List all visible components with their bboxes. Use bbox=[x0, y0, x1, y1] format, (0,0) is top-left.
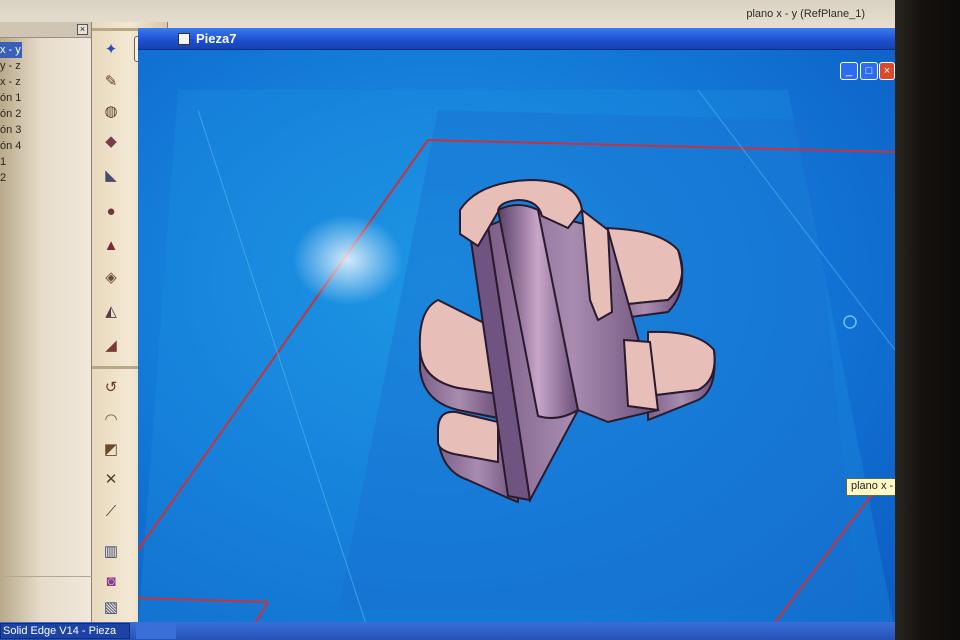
tree-item[interactable]: 1 bbox=[0, 154, 91, 170]
tree-item[interactable]: 2 bbox=[0, 170, 91, 186]
center-marker bbox=[843, 315, 857, 329]
3d-viewport[interactable]: plano x - bbox=[138, 50, 895, 632]
tree-header: × bbox=[0, 22, 91, 38]
tree-item[interactable]: x - z bbox=[0, 74, 91, 90]
tree-item[interactable]: x - y bbox=[0, 42, 22, 58]
tree-item[interactable]: ón 2 bbox=[0, 106, 91, 122]
plane-readout: plano x - y (RefPlane_1) bbox=[746, 8, 865, 20]
sketch-icon[interactable]: ✎ bbox=[98, 68, 124, 94]
tree-item[interactable]: ón 4 bbox=[0, 138, 91, 154]
tree-close-button[interactable]: × bbox=[77, 24, 88, 35]
tree-item[interactable]: y - z bbox=[0, 58, 91, 74]
taskbar: Solid Edge V14 - Pieza bbox=[0, 622, 895, 640]
plane-tooltip: plano x - bbox=[846, 478, 895, 496]
line-icon[interactable]: ⟋ bbox=[98, 498, 124, 524]
taskbar-second-button[interactable] bbox=[136, 623, 176, 639]
cut-icon[interactable]: ◆ bbox=[98, 128, 124, 154]
screen-glare bbox=[293, 215, 403, 305]
minimize-button[interactable]: _ bbox=[840, 62, 858, 80]
draft-icon[interactable]: ● bbox=[98, 198, 124, 224]
window-title: Pieza7 bbox=[196, 31, 237, 46]
feature-tree: x - y y - z x - z ón 1 ón 2 ón 3 ón 4 1 … bbox=[0, 38, 91, 186]
taskbar-app-button[interactable]: Solid Edge V14 - Pieza bbox=[0, 623, 130, 639]
close-button[interactable]: × bbox=[879, 62, 895, 80]
mirror-icon[interactable]: ◈ bbox=[98, 264, 124, 290]
rib-icon[interactable]: ▲ bbox=[98, 232, 124, 258]
part-icon[interactable]: ▥ bbox=[98, 538, 124, 564]
assembly-icon[interactable]: ▧ bbox=[98, 594, 124, 620]
surface-icon[interactable]: ◠ bbox=[98, 406, 124, 432]
pin-icon[interactable]: ✦ bbox=[98, 36, 124, 62]
normal-icon[interactable]: ◢ bbox=[98, 332, 124, 358]
intersect-icon[interactable]: ✕ bbox=[98, 466, 124, 492]
graphic-window: Pieza7 plano x - y (RefPlane_1) plano x … bbox=[138, 8, 895, 632]
tree-item[interactable]: ón 3 bbox=[0, 122, 91, 138]
tree-footer bbox=[0, 576, 92, 614]
color-icon[interactable]: ◙ bbox=[98, 568, 124, 594]
curve-icon[interactable]: ↺ bbox=[98, 374, 124, 400]
offset-icon[interactable]: ◩ bbox=[98, 436, 124, 462]
tree-item[interactable]: ón 1 bbox=[0, 90, 91, 106]
monitor-bezel-right bbox=[895, 0, 960, 640]
document-icon bbox=[178, 33, 190, 45]
part-scene bbox=[138, 89, 895, 632]
feature-tree-panel: × x - y y - z x - z ón 1 ón 2 ón 3 ón 4 … bbox=[0, 22, 92, 622]
window-title-bar[interactable]: Pieza7 plano x - y (RefPlane_1) bbox=[138, 8, 895, 50]
revolve-icon[interactable]: ◍ bbox=[98, 98, 124, 124]
loft-icon[interactable]: ◭ bbox=[98, 298, 124, 324]
round-icon[interactable]: ◣ bbox=[98, 162, 124, 188]
maximize-button[interactable]: □ bbox=[860, 62, 878, 80]
